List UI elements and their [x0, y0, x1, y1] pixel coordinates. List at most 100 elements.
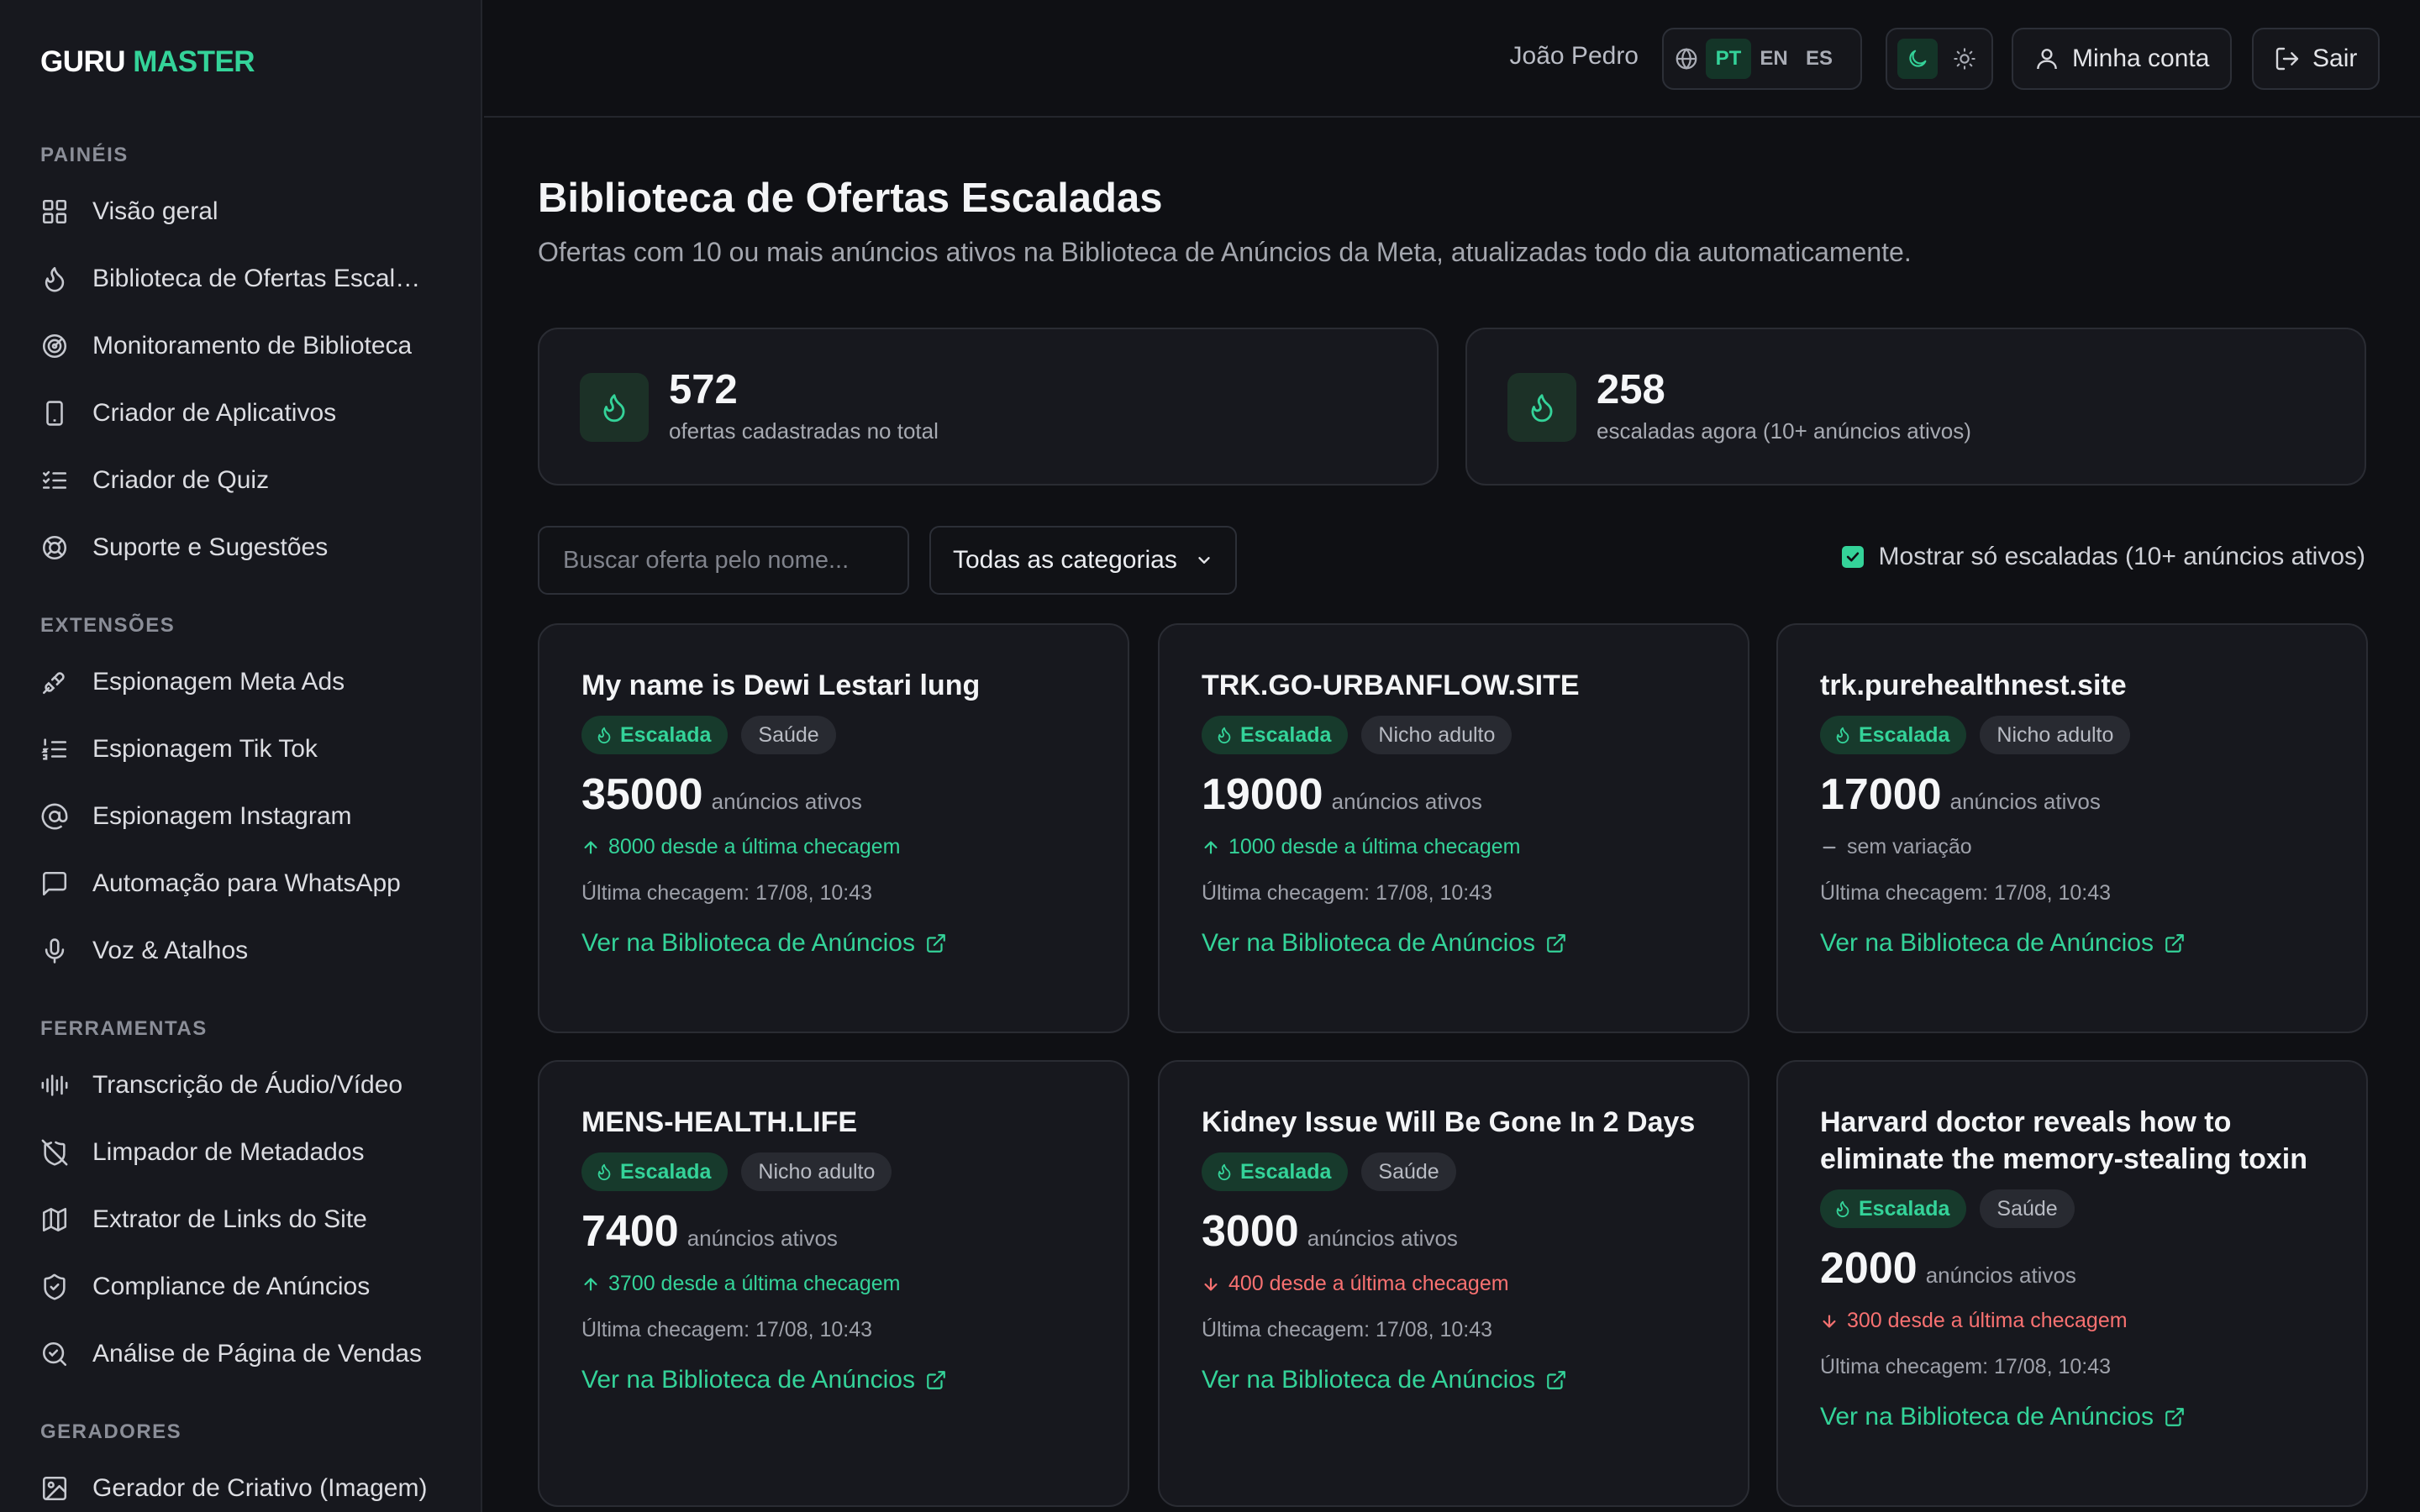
nav-section-paineis: PAINÉIS	[40, 144, 129, 166]
stat-card-total: 572 ofertas cadastradas no total	[538, 328, 1439, 486]
search-input[interactable]	[538, 526, 909, 595]
active-ads-label: anúncios ativos	[1307, 1226, 1458, 1251]
escalada-badge-label: Escalada	[1859, 1196, 1950, 1221]
sidebar-item-voz-atalhos[interactable]: Voz & Atalhos	[40, 926, 460, 976]
offer-title: MENS-HEALTH.LIFE	[581, 1106, 858, 1138]
flame-icon	[580, 373, 649, 442]
active-ads: 2000 anúncios ativos	[1820, 1243, 2333, 1294]
ad-library-link[interactable]: Ver na Biblioteca de Anúncios	[1202, 1366, 1714, 1394]
only-scaled-toggle[interactable]: Mostrar só escaladas (10+ anúncios ativo…	[1841, 543, 2365, 571]
logout-button[interactable]: Sair	[2252, 28, 2380, 90]
sidebar-item-espionagem-tiktok[interactable]: Espionagem Tik Tok	[40, 724, 460, 774]
sidebar-item-label: Compliance de Anúncios	[92, 1273, 371, 1300]
stat-value: 258	[1597, 367, 1665, 412]
sidebar: GURU MASTER PAINÉIS Visão geral Bibliote…	[0, 0, 482, 1512]
sidebar-item-transcricao[interactable]: Transcrição de Áudio/Vídeo	[40, 1060, 460, 1110]
external-link-icon	[2154, 1406, 2186, 1428]
brand-logo[interactable]: GURU MASTER	[40, 45, 255, 79]
ads-delta-text: sem variação	[1847, 835, 1972, 858]
brand-logo-part1: GURU	[40, 45, 126, 78]
user-icon	[2033, 45, 2072, 72]
category-badge: Nicho adulto	[1980, 716, 2131, 754]
shield-off-icon	[40, 1138, 69, 1167]
shield-check-icon	[40, 1273, 69, 1301]
offer-content: Kidney Issue Will Be Gone In 2 Days Escal…	[1202, 1104, 1714, 1394]
flame-icon	[1215, 1163, 1240, 1181]
sidebar-item-criador-aplicativos[interactable]: Criador de Aplicativos	[40, 388, 460, 438]
arrow-down-icon	[1202, 1275, 1228, 1294]
ad-library-link-label: Ver na Biblioteca de Anúncios	[1820, 1403, 2154, 1431]
ad-library-link[interactable]: Ver na Biblioteca de Anúncios	[1820, 1403, 2333, 1431]
ad-library-link[interactable]: Ver na Biblioteca de Anúncios	[581, 1366, 1094, 1394]
sidebar-item-label: Extrator de Links do Site	[92, 1205, 367, 1233]
sidebar-item-espionagem-meta[interactable]: Espionagem Meta Ads	[40, 657, 460, 707]
nav-section-geradores: GERADORES	[40, 1420, 182, 1443]
flame-icon	[1833, 726, 1859, 744]
light-theme-button[interactable]	[1944, 39, 1985, 79]
ad-library-link-label: Ver na Biblioteca de Anúncios	[1202, 1366, 1535, 1394]
globe-icon	[1674, 46, 1699, 71]
language-es-button[interactable]: ES	[1797, 39, 1842, 79]
external-link-icon	[2154, 932, 2186, 954]
sidebar-item-label: Criador de Aplicativos	[92, 399, 337, 427]
offer-title: TRK.GO-URBANFLOW.SITE	[1202, 669, 1580, 701]
language-en-button[interactable]: EN	[1751, 39, 1797, 79]
ads-delta-text: 400 desde a última checagem	[1228, 1272, 1509, 1295]
active-ads-count: 7400	[581, 1207, 679, 1256]
stat-label: ofertas cadastradas no total	[669, 418, 939, 444]
sidebar-item-extrator-links[interactable]: Extrator de Links do Site	[40, 1194, 460, 1245]
sidebar-item-biblioteca-ofertas[interactable]: Biblioteca de Ofertas Escaladas	[40, 254, 460, 304]
flame-icon	[1215, 726, 1240, 744]
sidebar-item-analise-pagina[interactable]: Análise de Página de Vendas	[40, 1329, 460, 1379]
active-ads: 7400 anúncios ativos	[581, 1206, 1094, 1257]
last-check: Última checagem: 17/08, 10:43	[581, 881, 873, 905]
ad-library-link-label: Ver na Biblioteca de Anúncios	[581, 929, 915, 957]
language-pt-button[interactable]: PT	[1706, 39, 1751, 79]
flame-icon	[595, 726, 620, 744]
sidebar-item-limpador-metadados[interactable]: Limpador de Metadados	[40, 1127, 460, 1178]
offer-card: trk.purehealthnest.site Escalada Nicho adu…	[1776, 623, 2368, 1033]
active-ads-count: 19000	[1202, 770, 1323, 819]
flame-icon	[1507, 373, 1576, 442]
list-ordered-icon	[40, 735, 69, 764]
sidebar-item-label: Espionagem Tik Tok	[92, 735, 318, 763]
flame-icon	[40, 265, 69, 293]
arrow-down-icon	[1820, 1312, 1847, 1331]
sidebar-item-compliance[interactable]: Compliance de Anúncios	[40, 1262, 460, 1312]
active-ads: 19000 anúncios ativos	[1202, 769, 1714, 820]
account-label: Minha conta	[2072, 45, 2210, 72]
sidebar-item-criador-quiz[interactable]: Criador de Quiz	[40, 455, 460, 506]
nav-section-extensoes: EXTENSÕES	[40, 614, 176, 637]
only-scaled-label: Mostrar só escaladas (10+ anúncios ativo…	[1878, 543, 2365, 570]
offer-content: My name is Dewi Lestari lung Escalada Saúd…	[581, 667, 1094, 958]
microphone-icon	[40, 937, 69, 965]
external-link-icon	[1535, 932, 1567, 954]
escalada-badge-label: Escalada	[1240, 722, 1332, 747]
sidebar-item-label: Suporte e Sugestões	[92, 533, 329, 561]
sidebar-item-espionagem-instagram[interactable]: Espionagem Instagram	[40, 791, 460, 842]
only-scaled-checkbox[interactable]	[1841, 546, 1864, 568]
sidebar-item-automacao-whatsapp[interactable]: Automação para WhatsApp	[40, 858, 460, 909]
ad-library-link[interactable]: Ver na Biblioteca de Anúncios	[1202, 929, 1714, 958]
sidebar-item-visao-geral[interactable]: Visão geral	[40, 186, 460, 237]
at-sign-icon	[40, 802, 69, 831]
active-ads-count: 35000	[581, 770, 703, 819]
category-select[interactable]: Todas as categorias	[929, 526, 1237, 595]
active-ads-label: anúncios ativos	[1331, 789, 1482, 814]
ad-library-link[interactable]: Ver na Biblioteca de Anúncios	[1820, 929, 2333, 958]
account-button[interactable]: Minha conta	[2012, 28, 2232, 90]
ad-library-link[interactable]: Ver na Biblioteca de Anúncios	[581, 929, 1094, 958]
escalada-badge-label: Escalada	[1240, 1159, 1332, 1184]
dark-theme-button[interactable]	[1897, 39, 1938, 79]
list-checks-icon	[40, 466, 69, 495]
sidebar-item-suporte[interactable]: Suporte e Sugestões	[40, 522, 460, 573]
sidebar-item-label: Análise de Página de Vendas	[92, 1340, 422, 1368]
active-ads-label: anúncios ativos	[1925, 1263, 2076, 1288]
escalada-badge: Escalada	[1820, 716, 1967, 754]
category-select-value: Todas as categorias	[953, 546, 1177, 574]
sidebar-item-label: Espionagem Meta Ads	[92, 668, 345, 696]
sidebar-item-monitoramento[interactable]: Monitoramento de Biblioteca	[40, 321, 460, 371]
category-badge: Nicho adulto	[741, 1152, 892, 1191]
sidebar-item-gerador-criativo[interactable]: Gerador de Criativo (Imagem)	[40, 1463, 460, 1512]
sidebar-item-label: Biblioteca de Ofertas Escaladas	[92, 265, 429, 292]
